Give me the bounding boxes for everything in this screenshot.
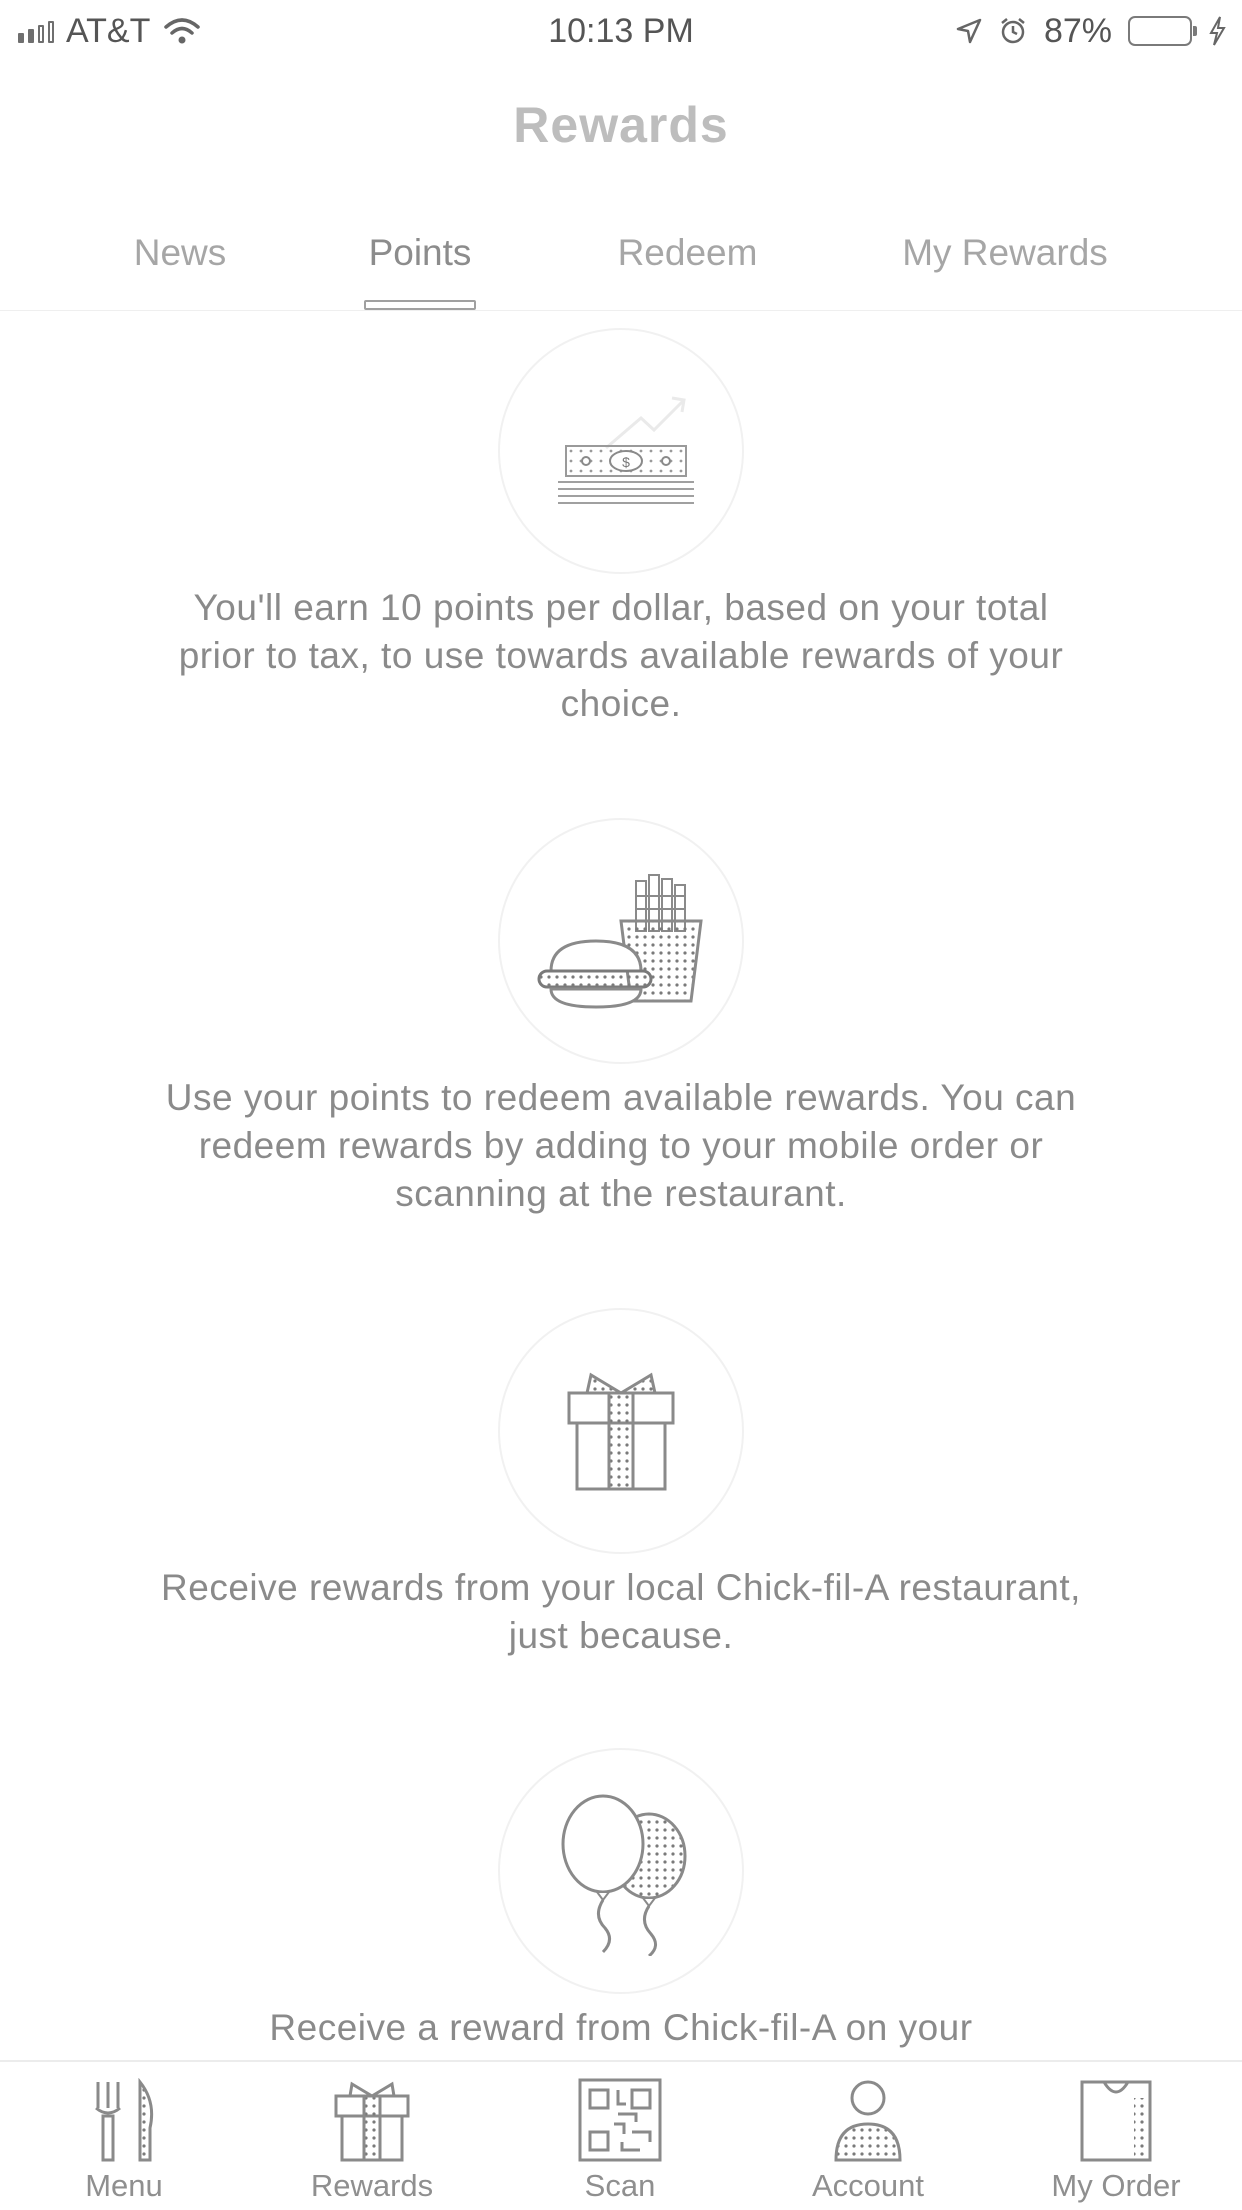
gift-icon <box>334 2081 410 2162</box>
nav-my-order[interactable]: My Order <box>1016 2076 1216 2204</box>
feature-description: Receive rewards from your local Chick-fi… <box>161 1567 1081 1656</box>
battery-percentage: 87% <box>1043 11 1112 50</box>
fork-knife-icon <box>95 2078 154 2162</box>
money-icon: $ <box>558 396 694 504</box>
bag-icon <box>1080 2080 1152 2162</box>
status-bar: AT&T 10:13 PM 87% <box>0 0 1242 62</box>
feature-description: Receive a reward from Chick-fil-A on you… <box>269 2007 973 2048</box>
nav-menu[interactable]: Menu <box>24 2076 224 2204</box>
battery-icon <box>1128 16 1197 46</box>
sandwich-fries-icon <box>537 874 703 1009</box>
tab-points[interactable]: Points <box>350 232 490 274</box>
active-tab-indicator <box>364 300 476 310</box>
nav-account[interactable]: Account <box>768 2076 968 2204</box>
nav-rewards[interactable]: Rewards <box>272 2076 472 2204</box>
balloons-icon <box>561 1794 687 1956</box>
svg-text:$: $ <box>622 454 630 470</box>
tab-my-rewards[interactable]: My Rewards <box>880 232 1130 274</box>
feature-description: Use your points to redeem available rewa… <box>165 1077 1077 1214</box>
tab-redeem[interactable]: Redeem <box>600 232 775 274</box>
nav-label: Scan <box>584 2168 656 2203</box>
qr-code-icon <box>578 2078 662 2162</box>
charging-bolt-icon <box>1209 16 1226 46</box>
nav-label: Menu <box>85 2168 163 2203</box>
bottom-tab-bar: Menu Rewards Scan Account My Order <box>0 2060 1242 2210</box>
feature-description: You'll earn 10 points per dollar, based … <box>178 587 1064 724</box>
gift-icon <box>567 1372 675 1491</box>
page-title: Rewards <box>513 97 729 153</box>
points-info-list[interactable]: $ You'll earn 10 points per dollar, base… <box>0 312 1242 2060</box>
person-icon <box>834 2080 902 2162</box>
nav-label: Rewards <box>310 2168 434 2203</box>
alarm-icon <box>1001 18 1025 44</box>
tab-news[interactable]: News <box>120 232 240 274</box>
nav-scan[interactable]: Scan <box>520 2076 720 2204</box>
rewards-tab-bar: News Points Redeem My Rewards <box>0 220 1242 311</box>
nav-label: Account <box>811 2168 924 2203</box>
location-arrow-icon <box>956 18 982 44</box>
nav-label: My Order <box>1051 2168 1181 2203</box>
